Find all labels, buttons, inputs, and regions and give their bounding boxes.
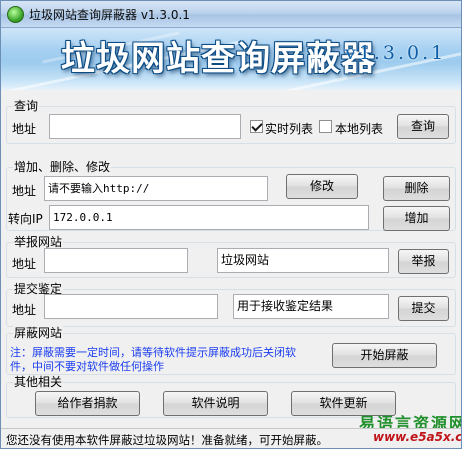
add-button[interactable]: 增加 — [383, 206, 450, 231]
submit-address-label: 地址 — [12, 303, 37, 317]
redirect-ip-input[interactable]: 172.0.0.1 — [49, 205, 369, 230]
delete-button[interactable]: 删除 — [383, 176, 450, 201]
modify-button[interactable]: 修改 — [286, 174, 358, 199]
local-list-checkbox[interactable] — [319, 120, 332, 133]
query-group-label: 查询 — [13, 99, 40, 113]
submit-address-input[interactable] — [44, 294, 218, 319]
watermark-url: www.e5a5x.com — [373, 430, 462, 444]
banner-version: v1.3.0.1 — [345, 42, 447, 64]
query-button[interactable]: 查询 — [397, 114, 449, 139]
app-window: 垃圾网站查询屏蔽器 v1.3.0.1 垃圾网站查询屏蔽器 v1.3.0.1 查询… — [0, 0, 462, 449]
report-address-input[interactable] — [44, 248, 188, 273]
realtime-list-label[interactable]: 实时列表 — [265, 120, 313, 137]
manual-button[interactable]: 软件说明 — [163, 391, 268, 416]
start-block-button[interactable]: 开始屏蔽 — [332, 343, 437, 368]
app-icon — [7, 6, 24, 23]
report-group-label: 举报网站 — [13, 235, 64, 249]
edit-address-label: 地址 — [12, 184, 37, 198]
query-address-input[interactable] — [49, 114, 241, 139]
banner-title: 垃圾网站查询屏蔽器 — [61, 39, 376, 79]
status-text: 您还没有使用本软件屏蔽过垃圾网站！准备就绪，可开始屏蔽。 — [6, 433, 328, 447]
redirect-ip-label: 转向IP — [8, 212, 43, 226]
local-list-label[interactable]: 本地列表 — [335, 120, 383, 137]
window-title: 垃圾网站查询屏蔽器 v1.3.0.1 — [29, 8, 190, 22]
report-type-field[interactable]: 垃圾网站 — [217, 248, 389, 273]
identify-result-field: 用于接收鉴定结果 — [233, 294, 389, 319]
query-address-label: 地址 — [12, 122, 37, 136]
edit-group-label: 增加、删除、修改 — [13, 160, 112, 174]
banner: 垃圾网站查询屏蔽器 v1.3.0.1 — [1, 28, 461, 90]
donate-button[interactable]: 给作者捐款 — [35, 391, 140, 416]
realtime-list-checkbox[interactable] — [250, 120, 263, 133]
block-notice: 注：屏蔽需要一定时间，请等待软件提示屏蔽成功后关闭软件，中间不要对软件做任何操作 — [10, 346, 296, 373]
report-button[interactable]: 举报 — [398, 249, 449, 274]
block-group-label: 屏蔽网站 — [13, 326, 64, 340]
report-address-label: 地址 — [12, 257, 37, 271]
title-bar[interactable]: 垃圾网站查询屏蔽器 v1.3.0.1 — [1, 1, 461, 28]
other-group-label: 其他相关 — [13, 375, 64, 389]
submit-button[interactable]: 提交 — [398, 296, 449, 321]
edit-address-input[interactable]: 请不要输入http:// — [44, 176, 268, 201]
